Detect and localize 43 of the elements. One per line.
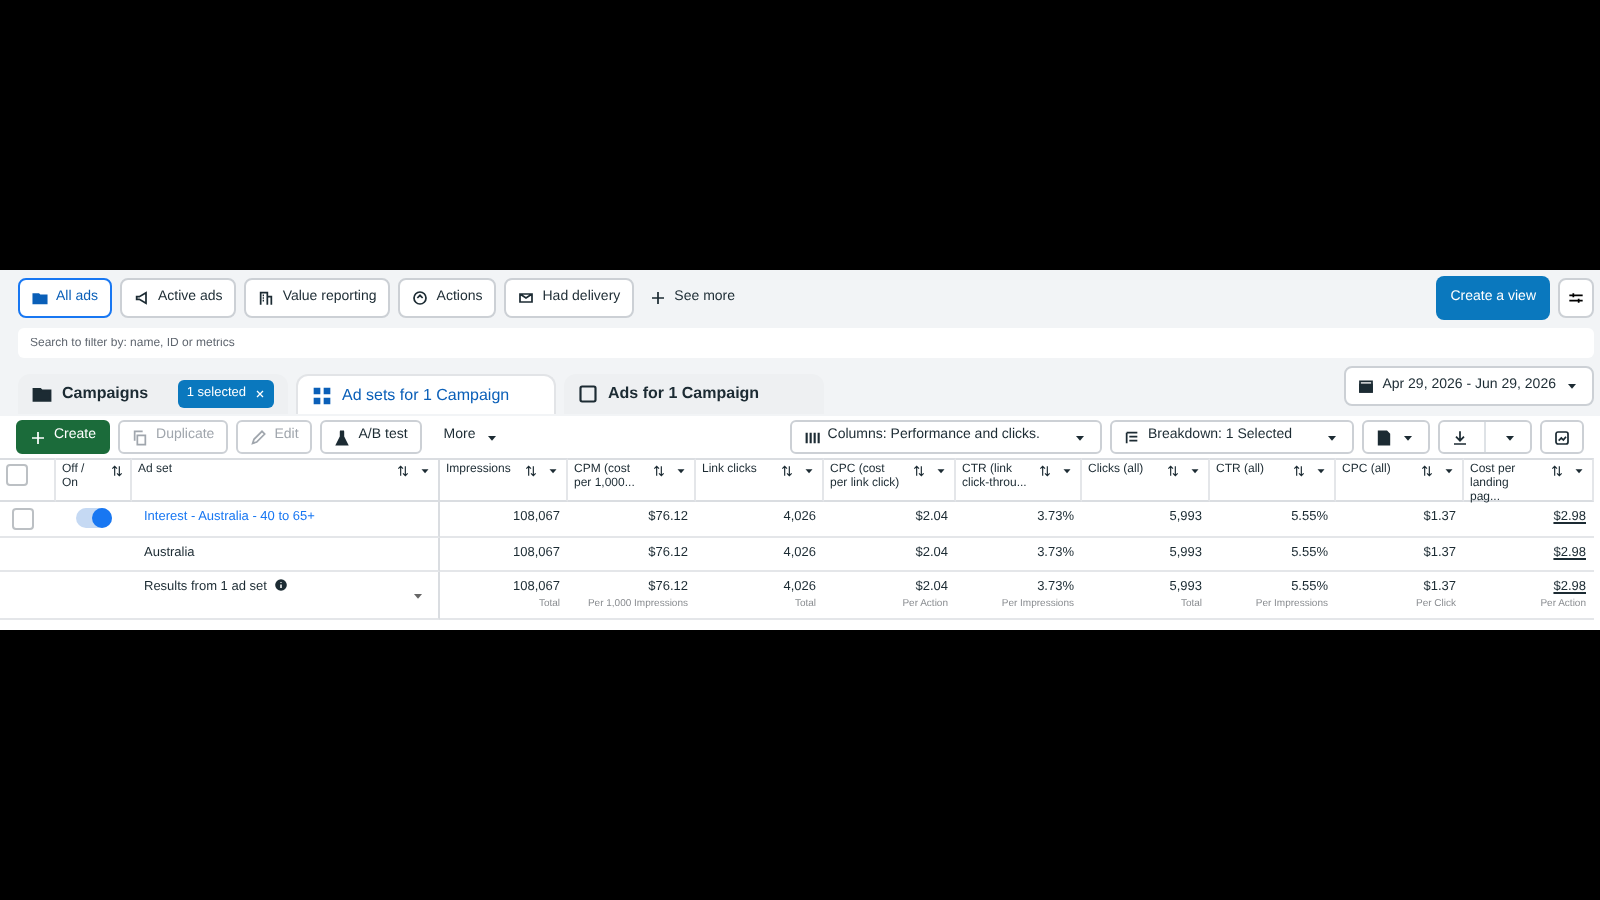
pencil-icon [250, 429, 267, 445]
close-icon [254, 388, 266, 400]
sort-icon [1166, 464, 1180, 478]
building-icon [258, 290, 275, 306]
list-icon [1124, 429, 1140, 445]
flask-icon [334, 429, 351, 445]
columns-icon [803, 429, 820, 445]
toggle-switch[interactable] [76, 508, 112, 528]
plus-icon [650, 290, 667, 306]
sliders-icon [1568, 290, 1584, 306]
sort-icon [1292, 464, 1306, 478]
sort-icon [110, 464, 124, 478]
calendar-icon [1358, 378, 1375, 394]
sort-icon [780, 464, 794, 478]
sort-icon [912, 464, 926, 478]
settings-button[interactable] [1558, 278, 1594, 318]
reports-button[interactable] [1362, 420, 1430, 454]
megaphone-icon [134, 290, 151, 306]
caret-icon [1564, 378, 1580, 394]
sort-icon [1550, 464, 1564, 478]
grid-icon [312, 385, 332, 405]
chart-icon [1554, 429, 1570, 445]
sort-icon [1420, 464, 1434, 478]
sort-icon [524, 464, 538, 478]
envelope-icon [518, 290, 535, 306]
checkbox[interactable] [12, 508, 34, 530]
sort-icon [652, 464, 666, 478]
document-icon [1376, 429, 1392, 445]
level-tab[interactable]: Ads for 1 Campaign [564, 374, 824, 414]
copy-icon [132, 429, 149, 445]
info-icon [274, 577, 289, 592]
sort-icon [396, 464, 410, 478]
chart-button[interactable] [1540, 420, 1584, 454]
export-button[interactable] [1438, 420, 1532, 454]
plus-icon [30, 429, 46, 445]
square-icon [578, 384, 598, 404]
folder-icon [32, 384, 52, 404]
checkbox[interactable] [6, 464, 28, 486]
cycle-icon [412, 290, 429, 306]
folder-icon [32, 290, 48, 306]
level-tab[interactable]: Ad sets for 1 Campaign [296, 374, 556, 414]
sort-icon [1038, 464, 1052, 478]
download-icon [1452, 429, 1468, 445]
